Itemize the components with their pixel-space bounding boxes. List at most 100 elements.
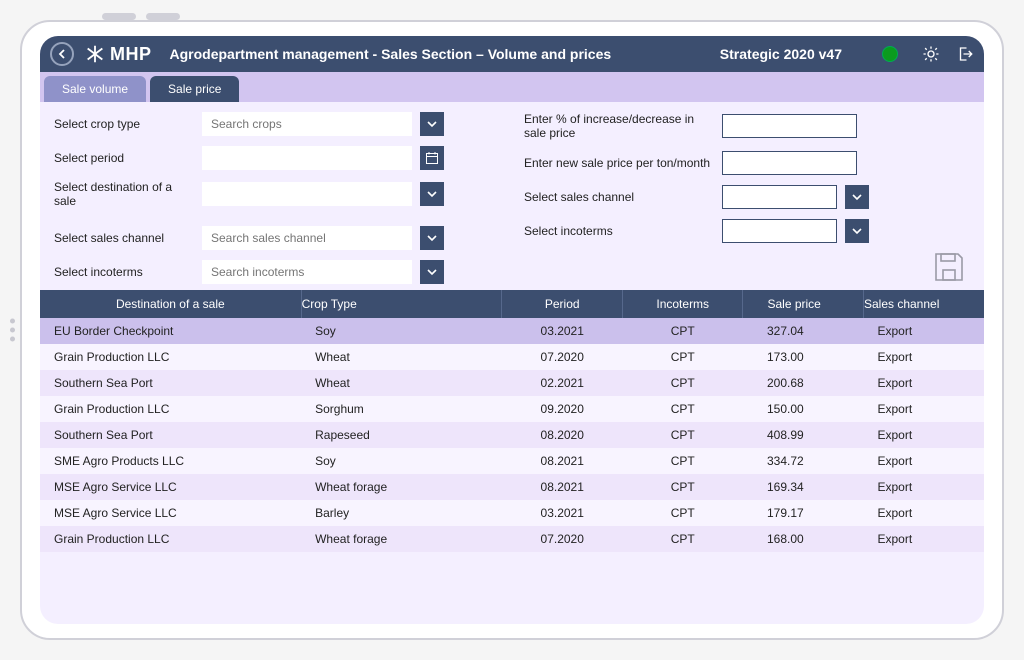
cell-destination: Southern Sea Port — [40, 422, 301, 448]
period-calendar-button[interactable] — [420, 146, 444, 170]
cell-period: 07.2020 — [502, 526, 623, 552]
sales-channel-dropdown-button-right[interactable] — [845, 185, 869, 209]
save-icon[interactable] — [932, 250, 966, 284]
cell-channel: Export — [863, 344, 984, 370]
table-row[interactable]: EU Border CheckpointSoy03.2021CPT327.04E… — [40, 318, 984, 344]
cell-crop: Sorghum — [301, 396, 502, 422]
table-row[interactable]: MSE Agro Service LLCWheat forage08.2021C… — [40, 474, 984, 500]
logout-icon[interactable] — [956, 45, 974, 63]
col-period[interactable]: Period — [502, 290, 623, 318]
settings-icon[interactable] — [922, 45, 940, 63]
tab-sale-volume[interactable]: Sale volume — [44, 76, 146, 102]
sales-table: Destination of a sale Crop Type Period I… — [40, 290, 984, 552]
cell-destination: Grain Production LLC — [40, 344, 301, 370]
percent-change-input[interactable] — [722, 114, 857, 138]
table-row[interactable]: Grain Production LLCSorghum09.2020CPT150… — [40, 396, 984, 422]
chevron-down-icon — [426, 232, 438, 244]
cell-period: 08.2020 — [502, 422, 623, 448]
chevron-down-icon — [851, 191, 863, 203]
tabs-row: Sale volume Sale price — [40, 72, 984, 102]
incoterms-input-right[interactable] — [722, 219, 837, 243]
incoterms-label-right: Select incoterms — [524, 224, 714, 238]
percent-change-label: Enter % of increase/decrease in sale pri… — [524, 112, 714, 141]
cell-period: 08.2021 — [502, 448, 623, 474]
sales-channel-dropdown-button[interactable] — [420, 226, 444, 250]
incoterms-dropdown-button-right[interactable] — [845, 219, 869, 243]
cell-price: 408.99 — [743, 422, 864, 448]
cell-price: 168.00 — [743, 526, 864, 552]
chevron-down-icon — [851, 225, 863, 237]
back-button[interactable] — [50, 42, 74, 66]
sales-channel-label-right: Select sales channel — [524, 190, 714, 204]
new-price-input[interactable] — [722, 151, 857, 175]
col-destination[interactable]: Destination of a sale — [40, 290, 301, 318]
col-sale-price[interactable]: Sale price — [743, 290, 864, 318]
cell-price: 169.34 — [743, 474, 864, 500]
sales-channel-input-right[interactable] — [722, 185, 837, 209]
cell-price: 200.68 — [743, 370, 864, 396]
cell-crop: Wheat — [301, 344, 502, 370]
cell-destination: Southern Sea Port — [40, 370, 301, 396]
filters-panel: Select crop type Select period — [40, 102, 984, 290]
app-topbar: MHP Agrodepartment management - Sales Se… — [40, 36, 984, 72]
brand-logo: MHP — [84, 43, 152, 65]
crop-type-input[interactable] — [202, 112, 412, 136]
table-row[interactable]: Southern Sea PortWheat02.2021CPT200.68Ex… — [40, 370, 984, 396]
crop-type-dropdown-button[interactable] — [420, 112, 444, 136]
cell-period: 08.2021 — [502, 474, 623, 500]
incoterms-label: Select incoterms — [54, 265, 194, 279]
col-sales-channel[interactable]: Sales channel — [863, 290, 984, 318]
period-input[interactable] — [202, 146, 412, 170]
cell-channel: Export — [863, 422, 984, 448]
cell-period: 09.2020 — [502, 396, 623, 422]
connection-status-indicator — [882, 46, 898, 62]
incoterms-input[interactable] — [202, 260, 412, 284]
cell-channel: Export — [863, 396, 984, 422]
new-price-label: Enter new sale price per ton/month — [524, 156, 714, 170]
cell-crop: Wheat forage — [301, 474, 502, 500]
table-row[interactable]: MSE Agro Service LLCBarley03.2021CPT179.… — [40, 500, 984, 526]
destination-dropdown-button[interactable] — [420, 182, 444, 206]
cell-destination: Grain Production LLC — [40, 526, 301, 552]
cell-price: 334.72 — [743, 448, 864, 474]
cell-incoterms: CPT — [622, 318, 743, 344]
cell-destination: MSE Agro Service LLC — [40, 500, 301, 526]
cell-destination: Grain Production LLC — [40, 396, 301, 422]
windmill-icon — [84, 43, 106, 65]
cell-period: 02.2021 — [502, 370, 623, 396]
cell-incoterms: CPT — [622, 448, 743, 474]
chevron-down-icon — [426, 188, 438, 200]
cell-price: 150.00 — [743, 396, 864, 422]
cell-crop: Wheat forage — [301, 526, 502, 552]
chevron-down-icon — [426, 266, 438, 278]
cell-price: 327.04 — [743, 318, 864, 344]
incoterms-dropdown-button[interactable] — [420, 260, 444, 284]
cell-channel: Export — [863, 318, 984, 344]
cell-price: 173.00 — [743, 344, 864, 370]
cell-incoterms: CPT — [622, 370, 743, 396]
destination-label: Select destination of a sale — [54, 180, 194, 208]
cell-crop: Wheat — [301, 370, 502, 396]
cell-channel: Export — [863, 370, 984, 396]
cell-crop: Soy — [301, 448, 502, 474]
table-row[interactable]: SME Agro Products LLCSoy08.2021CPT334.72… — [40, 448, 984, 474]
cell-period: 03.2021 — [502, 500, 623, 526]
chevron-down-icon — [426, 118, 438, 130]
period-label: Select period — [54, 151, 194, 165]
cell-crop: Soy — [301, 318, 502, 344]
cell-period: 03.2021 — [502, 318, 623, 344]
cell-period: 07.2020 — [502, 344, 623, 370]
cell-incoterms: CPT — [622, 526, 743, 552]
col-crop-type[interactable]: Crop Type — [301, 290, 502, 318]
destination-input[interactable] — [202, 182, 412, 206]
table-row[interactable]: Grain Production LLCWheat07.2020CPT173.0… — [40, 344, 984, 370]
col-incoterms[interactable]: Incoterms — [622, 290, 743, 318]
cell-channel: Export — [863, 526, 984, 552]
table-row[interactable]: Grain Production LLCWheat forage07.2020C… — [40, 526, 984, 552]
table-row[interactable]: Southern Sea PortRapeseed08.2020CPT408.9… — [40, 422, 984, 448]
tab-sale-price[interactable]: Sale price — [150, 76, 239, 102]
page-title: Agrodepartment management - Sales Sectio… — [170, 46, 612, 62]
cell-incoterms: CPT — [622, 396, 743, 422]
sales-channel-input[interactable] — [202, 226, 412, 250]
cell-incoterms: CPT — [622, 422, 743, 448]
